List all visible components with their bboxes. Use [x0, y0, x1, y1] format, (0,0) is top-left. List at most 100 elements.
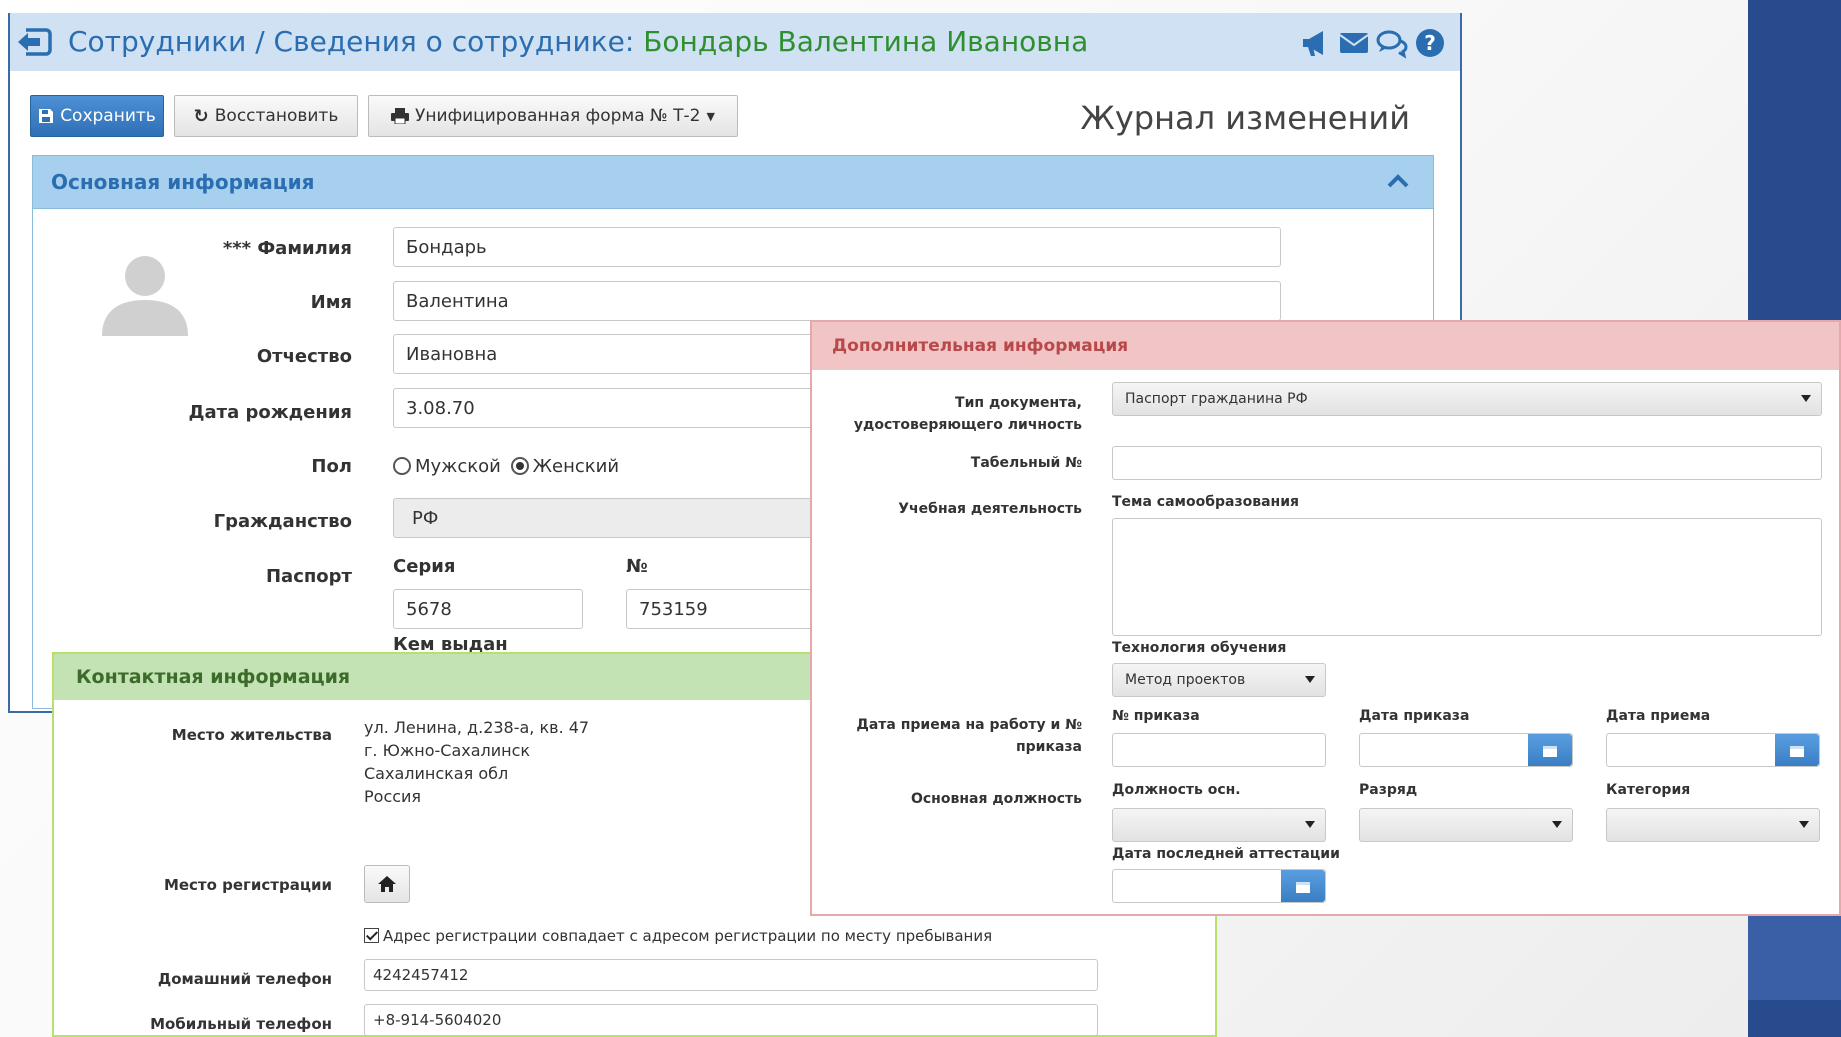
additional-info-panel: Дополнительная информация Тип документа,… [810, 320, 1841, 916]
grade-label: Разряд [1359, 782, 1418, 798]
save-icon [39, 109, 54, 123]
sign-out-back-icon[interactable] [16, 27, 52, 57]
patronymic-input[interactable]: Ивановна [393, 334, 833, 374]
passport-number-label: № [626, 556, 648, 577]
patronymic-label: Отчество [256, 346, 352, 367]
gender-female-radio[interactable] [510, 457, 529, 475]
restore-button[interactable]: ↻ Восстановить [174, 95, 358, 137]
tab-number-input[interactable] [1112, 446, 1822, 480]
gender-radio-group: Мужской Женский [393, 456, 619, 477]
tech-value: Метод проектов [1125, 672, 1246, 688]
passport-label: Паспорт [265, 566, 352, 587]
calendar-button[interactable] [1528, 734, 1572, 766]
additional-info-header[interactable]: Дополнительная информация [812, 322, 1839, 370]
restore-button-label: Восстановить [214, 106, 339, 126]
chevron-up-icon[interactable] [1385, 168, 1411, 194]
gender-label: Пол [311, 456, 352, 477]
doc-type-value: Паспорт гражданина РФ [1125, 391, 1308, 407]
passport-series-label: Серия [393, 556, 456, 577]
registration-address-button[interactable] [364, 865, 410, 903]
home-phone-input[interactable]: 4242457412 [364, 959, 1098, 991]
passport-series-input[interactable]: 5678 [393, 589, 583, 629]
caret-down-icon: ▼ [706, 109, 715, 123]
education-label: Учебная деятельность [898, 501, 1082, 517]
additional-info-title: Дополнительная информация [832, 336, 1129, 356]
breadcrumb[interactable]: Сотрудники / Сведения о сотруднике: [68, 25, 643, 58]
avatar [102, 256, 188, 336]
mobile-phone-input[interactable]: +8-914-5604020 [364, 1004, 1098, 1036]
doc-type-label-line: Тип документа, [955, 395, 1082, 411]
hire-date-label: Дата приема [1606, 708, 1711, 724]
last-attestation-input[interactable] [1112, 869, 1326, 903]
gender-male-label[interactable]: Мужской [415, 456, 501, 477]
registration-label: Место регистрации [163, 876, 332, 894]
same-address-label[interactable]: Адрес регистрации совпадает с адресом ре… [383, 927, 992, 945]
same-address-checkbox[interactable] [364, 928, 379, 943]
caret-down-icon [1305, 676, 1315, 683]
unified-form-dropdown[interactable]: Унифицированная форма № Т-2 ▼ [368, 95, 738, 137]
passport-number-input[interactable]: 753159 [626, 589, 833, 629]
citizenship-label: Гражданство [213, 511, 352, 532]
gender-female-label[interactable]: Женский [533, 456, 619, 477]
calendar-button[interactable] [1775, 734, 1819, 766]
hire-label-line: Дата приема на работу и № [856, 717, 1082, 733]
grade-select[interactable] [1359, 808, 1573, 842]
svg-text:?: ? [1424, 31, 1436, 55]
surname-label: *** Фамилия [222, 238, 352, 259]
tech-select[interactable]: Метод проектов [1112, 663, 1326, 697]
doc-type-select[interactable]: Паспорт гражданина РФ [1112, 382, 1822, 416]
gender-male-radio[interactable] [393, 457, 411, 475]
hire-date-input[interactable] [1606, 733, 1820, 767]
last-attestation-label: Дата последней аттестации [1112, 846, 1340, 862]
residence-label: Место жительства [171, 726, 332, 744]
page-title: Сотрудники / Сведения о сотруднике: Бонд… [68, 25, 1088, 58]
self-education-textarea[interactable] [1112, 518, 1822, 636]
residence-line: Сахалинская обл [364, 764, 509, 783]
same-address-checkbox-row[interactable]: Адрес регистрации совпадает с адресом ре… [364, 925, 992, 948]
refresh-icon: ↻ [193, 105, 209, 127]
employee-name: Бондарь Валентина Ивановна [643, 25, 1089, 58]
caret-down-icon [1801, 395, 1811, 402]
caret-down-icon [1305, 821, 1315, 828]
citizenship-select[interactable]: РФ [393, 498, 833, 538]
order-date-label: Дата приказа [1359, 708, 1470, 724]
surname-input[interactable]: Бондарь [393, 227, 1281, 267]
main-position-label: Основная должность [910, 791, 1082, 807]
birthdate-input[interactable]: 3.08.70 [393, 388, 833, 428]
save-button[interactable]: Сохранить [30, 95, 164, 137]
calendar-icon [1543, 745, 1557, 757]
residence-line: ул. Ленина, д.238-а, кв. 47 [364, 718, 590, 737]
home-phone-label: Домашний телефон [157, 970, 332, 988]
change-log-link[interactable]: Журнал изменений [1080, 99, 1410, 137]
main-info-header[interactable]: Основная информация [32, 155, 1434, 209]
hire-label: Дата приема на работу и № приказа [842, 714, 1082, 758]
bullhorn-icon[interactable] [1300, 27, 1332, 59]
unified-form-label: Унифицированная форма № Т-2 [415, 106, 701, 126]
home-icon [378, 876, 396, 892]
category-label: Категория [1606, 782, 1691, 798]
position-select[interactable] [1112, 808, 1326, 842]
position-label: Должность осн. [1112, 782, 1241, 798]
mobile-phone-label: Мобильный телефон [150, 1015, 332, 1033]
calendar-icon [1296, 881, 1310, 893]
question-circle-icon[interactable]: ? [1414, 27, 1446, 59]
contact-info-title: Контактная информация [76, 666, 351, 688]
order-date-input[interactable] [1359, 733, 1573, 767]
hire-label-line: приказа [1015, 739, 1082, 755]
tech-label: Технология обучения [1112, 640, 1287, 656]
save-button-label: Сохранить [60, 106, 156, 126]
envelope-icon[interactable] [1338, 27, 1370, 59]
doc-type-label-line: удостоверяющего личность [853, 417, 1082, 433]
caret-down-icon [1552, 821, 1562, 828]
order-number-input[interactable] [1112, 733, 1326, 767]
category-select[interactable] [1606, 808, 1820, 842]
self-education-label: Тема самообразования [1112, 494, 1300, 510]
name-label: Имя [310, 292, 352, 313]
residence-address: ул. Ленина, д.238-а, кв. 47 г. Южно-Саха… [364, 716, 589, 808]
calendar-button[interactable] [1281, 870, 1325, 902]
comments-icon[interactable] [1376, 27, 1408, 59]
name-input[interactable]: Валентина [393, 281, 1281, 321]
main-info-title: Основная информация [51, 170, 315, 194]
birthdate-label: Дата рождения [188, 402, 352, 423]
residence-line: Россия [364, 787, 422, 806]
